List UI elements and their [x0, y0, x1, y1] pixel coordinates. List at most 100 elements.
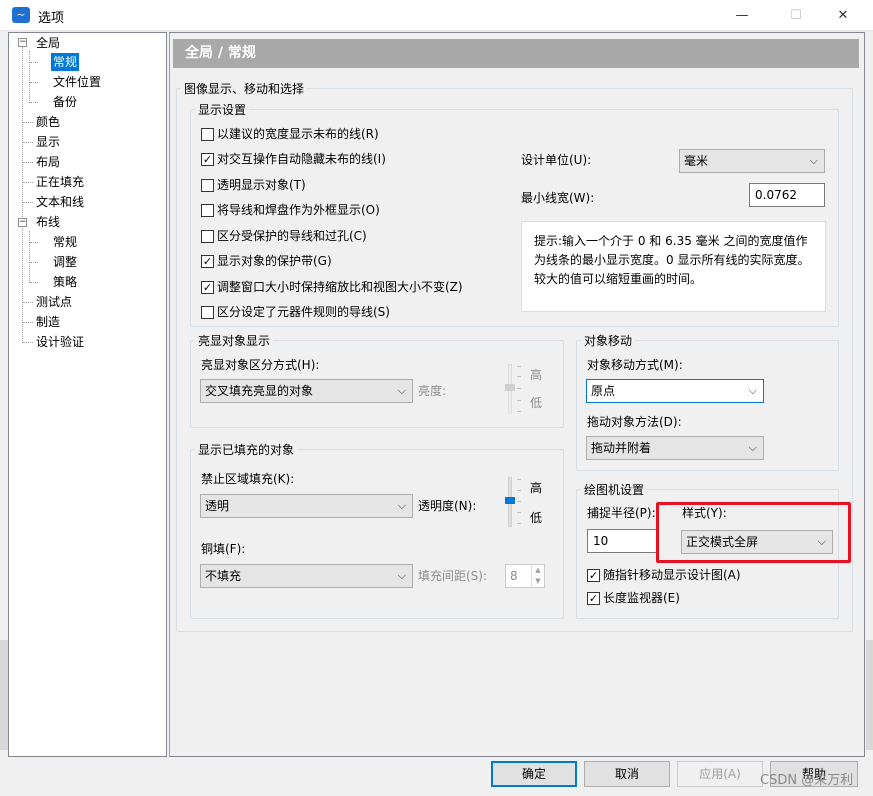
fill-spacing-stepper[interactable]: 8 ▲ ▼ — [505, 564, 545, 588]
checkbox-protected[interactable] — [201, 230, 214, 243]
min-width-label: 最小线宽(W): — [521, 191, 595, 205]
tree-item-file-location[interactable]: 文件位置 — [51, 73, 103, 91]
brightness-label: 亮度: — [418, 384, 447, 398]
check-icon: ✓ — [202, 281, 213, 294]
snap-radius-input[interactable]: 10 — [587, 529, 657, 553]
watermark: CSDN @来万利 — [760, 773, 854, 788]
keepout-fill-label: 禁止区域填充(K): — [201, 472, 295, 486]
snap-radius-label: 捕捉半径(P): — [587, 506, 656, 520]
fill-spacing-label: 填充间距(S): — [418, 569, 488, 583]
checkbox-transparent[interactable] — [201, 179, 214, 192]
chevron-down-icon: ⌵ — [748, 441, 757, 454]
transparency-slider-thumb[interactable] — [505, 497, 515, 504]
check-icon: ✓ — [202, 153, 213, 166]
chevron-down-icon: ⌵ — [809, 154, 818, 167]
app-logo-icon: ~ — [12, 7, 30, 23]
transparency-low-label: 低 — [530, 511, 543, 525]
tree-item-general[interactable]: 常规 — [51, 53, 80, 71]
tree-item-layout[interactable]: 布局 — [34, 153, 62, 171]
tree-connector — [22, 47, 23, 343]
tree-item-color[interactable]: 颜色 — [34, 113, 62, 131]
highlight-mode-label: 亮显对象区分方式(H): — [201, 358, 320, 372]
background-app-edge — [866, 640, 873, 750]
checkbox-outline[interactable] — [201, 204, 214, 217]
tree-item-design-verify[interactable]: 设计验证 — [34, 333, 86, 351]
display-settings-label: 显示设置 — [195, 103, 250, 117]
tree-connector — [29, 231, 30, 283]
chevron-down-icon: ⌵ — [397, 569, 406, 582]
tree-item-global[interactable]: 全局 — [34, 34, 62, 52]
image-display-group-label: 图像显示、移动和选择 — [181, 82, 308, 96]
tree-item-routing[interactable]: 布线 — [34, 213, 62, 231]
checkbox-label: 显示对象的保护带(G) — [217, 254, 332, 268]
checkbox-length-monitor[interactable]: ✓ — [587, 592, 600, 605]
options-tree[interactable]: − 全局 常规 文件位置 备份 颜色 显示 布局 正在填充 文本和线 − 布线 … — [8, 32, 167, 757]
annotation-highlight-box — [656, 502, 851, 563]
design-unit-select[interactable]: 毫米 ⌵ — [679, 149, 825, 173]
check-icon: ✓ — [202, 255, 213, 268]
checkbox-component-rules[interactable] — [201, 306, 214, 319]
highlight-group-label: 亮显对象显示 — [195, 334, 274, 348]
transparency-high-label: 高 — [530, 481, 543, 495]
tree-item-test-point[interactable]: 测试点 — [34, 293, 74, 311]
cancel-button[interactable]: 取消 — [584, 761, 670, 787]
move-mode-select[interactable]: 原点 ⌵ — [586, 379, 764, 403]
checkbox-follow-pointer[interactable]: ✓ — [587, 569, 600, 582]
object-move-group-label: 对象移动 — [581, 334, 636, 348]
checkbox-label: 调整窗口大小时保持缩放比和视图大小不变(Z) — [217, 280, 463, 294]
copper-fill-label: 铜填(F): — [201, 542, 246, 556]
checkbox-label: 对交互操作自动隐藏未布的线(I) — [217, 152, 386, 166]
move-mode-label: 对象移动方式(M): — [587, 358, 683, 372]
checkbox-label: 区分设定了元器件规则的导线(S) — [217, 305, 390, 319]
title-bar: ~ 选项 — ☐ ✕ — [0, 0, 873, 31]
tree-collapse-icon[interactable]: − — [18, 38, 27, 47]
tree-item-display[interactable]: 显示 — [34, 133, 62, 151]
brightness-slider-thumb[interactable] — [505, 384, 515, 391]
checkbox-label: 随指针移动显示设计图(A) — [603, 568, 741, 582]
check-icon: ✓ — [588, 569, 599, 582]
apply-button[interactable]: 应用(A) — [677, 761, 763, 787]
checkbox-keep-zoom[interactable]: ✓ — [201, 281, 214, 294]
background-app-edge — [0, 640, 8, 750]
maximize-button[interactable]: ☐ — [773, 0, 819, 31]
drag-method-select[interactable]: 拖动并附着 ⌵ — [586, 436, 764, 460]
drag-method-label: 拖动对象方法(D): — [587, 415, 682, 429]
checkbox-label: 以建议的宽度显示未布的线(R) — [217, 127, 379, 141]
tree-item-routing-adjust[interactable]: 调整 — [51, 253, 79, 271]
checkbox-label: 长度监视器(E) — [603, 591, 680, 605]
tree-item-filling[interactable]: 正在填充 — [34, 173, 86, 191]
window-title: 选项 — [38, 11, 65, 26]
checkbox-suggested-width[interactable] — [201, 128, 214, 141]
spin-down-icon[interactable]: ▼ — [531, 576, 544, 587]
chevron-down-icon: ⌵ — [748, 384, 757, 397]
checkbox-guard-band[interactable]: ✓ — [201, 255, 214, 268]
highlight-mode-select[interactable]: 交叉填充亮显的对象 ⌵ — [200, 379, 413, 403]
minimize-button[interactable]: — — [719, 0, 765, 31]
chevron-down-icon: ⌵ — [397, 499, 406, 512]
tree-collapse-icon[interactable]: − — [18, 218, 27, 227]
spin-up-icon[interactable]: ▲ — [531, 565, 544, 576]
filled-objects-group-label: 显示已填充的对象 — [195, 443, 298, 457]
design-unit-label: 设计单位(U): — [521, 153, 592, 167]
tree-item-text-lines[interactable]: 文本和线 — [34, 193, 86, 211]
transparency-label: 透明度(N): — [418, 499, 477, 513]
tree-connector — [29, 51, 30, 103]
checkbox-label: 将导线和焊盘作为外框显示(O) — [217, 203, 380, 217]
checkbox-label: 透明显示对象(T) — [217, 178, 306, 192]
check-icon: ✓ — [588, 592, 599, 605]
tree-item-routing-general[interactable]: 常规 — [51, 233, 79, 251]
tree-item-routing-strategy[interactable]: 策略 — [51, 273, 79, 291]
tree-item-backup[interactable]: 备份 — [51, 93, 79, 111]
min-width-input[interactable]: 0.0762 — [749, 183, 825, 207]
tree-item-manufacturing[interactable]: 制造 — [34, 313, 62, 331]
checkbox-label: 区分受保护的导线和过孔(C) — [217, 229, 367, 243]
keepout-fill-select[interactable]: 透明 ⌵ — [200, 494, 413, 518]
chevron-down-icon: ⌵ — [397, 384, 406, 397]
brightness-low-label: 低 — [530, 396, 543, 410]
checkbox-auto-hide[interactable]: ✓ — [201, 153, 214, 166]
copper-fill-select[interactable]: 不填充 ⌵ — [200, 564, 413, 588]
plotter-settings-group-label: 绘图机设置 — [581, 483, 648, 497]
ok-button[interactable]: 确定 — [491, 761, 577, 787]
brightness-high-label: 高 — [530, 368, 543, 382]
close-button[interactable]: ✕ — [820, 0, 866, 31]
